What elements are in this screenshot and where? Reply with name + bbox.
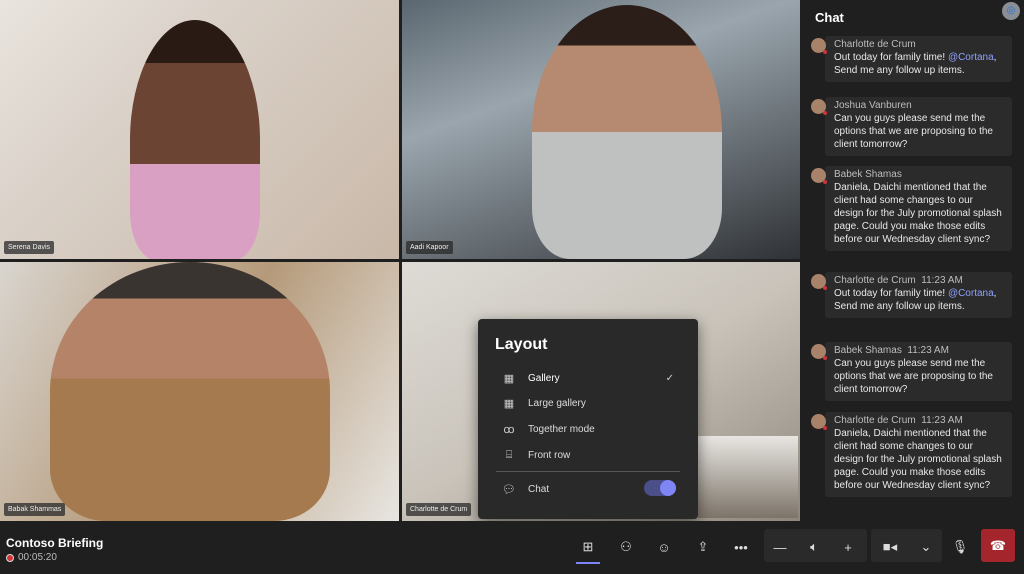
plus-icon: + bbox=[844, 539, 852, 555]
chevron-down-icon: ⌄ bbox=[920, 539, 932, 554]
option-label: Gallery bbox=[528, 372, 560, 384]
avatar bbox=[811, 99, 827, 115]
reaction-icon: ☺ bbox=[657, 539, 671, 555]
avatar bbox=[811, 344, 827, 360]
chat-panel: Chat ◎ Charlotte de Crum Out today for fa… bbox=[802, 0, 1024, 521]
chat-message: Joshua Vanburen Can you guys please send … bbox=[811, 97, 1012, 156]
speaker-button[interactable]: 🔈︎ bbox=[800, 533, 828, 561]
video-tile-babak[interactable]: Babak Shammas bbox=[0, 262, 399, 521]
more-button[interactable]: ••• bbox=[727, 533, 755, 561]
message-author: Babek Shamas 11:23 AM bbox=[834, 345, 949, 356]
share-button[interactable]: ⇪ bbox=[689, 533, 717, 561]
message-text: Out today for family time! @Cortana, Sen… bbox=[834, 52, 997, 76]
gallery-grid-icon: ⊞ bbox=[582, 539, 594, 554]
camera-options-button[interactable]: ⌄ bbox=[912, 533, 940, 561]
message-time: 11:23 AM bbox=[921, 275, 963, 286]
camera-button[interactable]: ■◂ bbox=[876, 533, 904, 561]
chat-message: Charlotte de Crum 11:23 AM Daniela, Daich… bbox=[811, 412, 1012, 497]
people-icon: ⚇ bbox=[620, 539, 632, 554]
participant-name: Babak Shammas bbox=[4, 503, 66, 516]
video-tile-serena[interactable]: Serena Davis bbox=[0, 0, 399, 259]
participant-video bbox=[130, 20, 260, 259]
participant-video bbox=[50, 262, 330, 521]
minus-icon: — bbox=[773, 539, 787, 555]
divider bbox=[496, 471, 680, 472]
microphone-button[interactable]: 🎙︎ bbox=[946, 533, 974, 561]
video-tile-aadi[interactable]: Aadi Kapoor bbox=[402, 0, 800, 259]
camera-capture-icon[interactable]: ◎ bbox=[1002, 2, 1020, 20]
room-video-thumbnail bbox=[698, 436, 798, 518]
microphone-icon: 🎙︎ bbox=[951, 539, 969, 554]
message-time: 11:23 AM bbox=[907, 345, 949, 356]
phone-hangup-icon: ☎ bbox=[989, 537, 1007, 553]
message-text: Daniela, Daichi mentioned that the clien… bbox=[834, 428, 1002, 491]
elapsed-time: 00:05:20 bbox=[18, 552, 57, 563]
participant-name: Serena Davis bbox=[4, 241, 55, 254]
message-text: Can you guys please send me the options … bbox=[834, 113, 993, 150]
message-text: Out today for family time! @Cortana, Sen… bbox=[834, 288, 997, 312]
option-label: Large gallery bbox=[528, 397, 586, 409]
avatar bbox=[811, 38, 827, 54]
avatar bbox=[811, 274, 827, 290]
share-screen-icon: ⇪ bbox=[697, 539, 709, 554]
message-author: Charlotte de Crum bbox=[834, 39, 916, 50]
chat-title: Chat bbox=[815, 10, 844, 25]
layout-option-gallery[interactable]: ▦ Gallery ✓ bbox=[502, 368, 674, 388]
option-label: Together mode bbox=[528, 423, 595, 435]
participant-name: Charlotte de Crum bbox=[406, 503, 472, 516]
chat-toggle[interactable] bbox=[644, 480, 676, 496]
option-label: Front row bbox=[528, 449, 571, 461]
meeting-controls-bar: Contoso Briefing 00:05:20 ⊞ ⚇ ☺ ⇪ ••• — … bbox=[0, 521, 1024, 574]
video-camera-icon: ■◂ bbox=[882, 539, 898, 554]
checkmark-icon: ✓ bbox=[665, 372, 674, 384]
chat-message: Charlotte de Crum Out today for family ti… bbox=[811, 36, 1012, 82]
layout-button[interactable]: ⊞ bbox=[574, 533, 602, 564]
volume-down-button[interactable]: — bbox=[766, 533, 794, 561]
avatar bbox=[811, 414, 827, 430]
together-mode-icon: ꝏ bbox=[503, 423, 515, 436]
layout-menu: Layout ▦ Gallery ✓ ▦ Large gallery ꝏ Togethe… bbox=[478, 319, 698, 519]
participant-name: Aadi Kapoor bbox=[406, 241, 453, 254]
mention-link[interactable]: @Cortana bbox=[948, 288, 994, 299]
gallery-grid-icon: ▦ bbox=[503, 372, 515, 385]
large-gallery-icon: ▦ bbox=[503, 397, 515, 410]
message-text: Daniela, Daichi mentioned that the clien… bbox=[834, 182, 1002, 245]
chat-message: Babek Shamas 11:23 AM Can you guys please… bbox=[811, 342, 1012, 401]
message-author: Babek Shamas bbox=[834, 169, 902, 180]
participant-video bbox=[532, 5, 722, 259]
front-row-icon: ⌸ bbox=[505, 448, 513, 461]
volume-up-button[interactable]: + bbox=[834, 533, 862, 561]
message-text: Can you guys please send me the options … bbox=[834, 358, 993, 395]
option-label: Chat bbox=[528, 483, 550, 495]
avatar bbox=[811, 168, 827, 184]
message-time: 11:23 AM bbox=[921, 415, 963, 426]
mention-link[interactable]: @Cortana bbox=[948, 52, 994, 63]
layout-option-large-gallery[interactable]: ▦ Large gallery bbox=[502, 393, 674, 413]
chat-message: Babek Shamas Daniela, Daichi mentioned th… bbox=[811, 166, 1012, 251]
reactions-button[interactable]: ☺ bbox=[650, 533, 678, 561]
hang-up-button[interactable]: ☎ bbox=[981, 529, 1015, 562]
recording-icon bbox=[6, 553, 14, 562]
more-icon: ••• bbox=[734, 539, 748, 555]
meeting-timer: 00:05:20 bbox=[6, 552, 57, 563]
message-author: Charlotte de Crum 11:23 AM bbox=[834, 275, 963, 286]
layout-option-front-row[interactable]: ⌸ Front row bbox=[502, 445, 674, 465]
participants-button[interactable]: ⚇ bbox=[612, 533, 640, 561]
meeting-title: Contoso Briefing bbox=[6, 536, 104, 550]
layout-option-together-mode[interactable]: ꝏ Together mode bbox=[502, 419, 674, 439]
chat-message: Charlotte de Crum 11:23 AM Out today for … bbox=[811, 272, 1012, 318]
chat-bubble-icon: 💬︎ bbox=[502, 483, 516, 496]
message-author: Joshua Vanburen bbox=[834, 100, 912, 111]
message-author: Charlotte de Crum 11:23 AM bbox=[834, 415, 963, 426]
speaker-icon: 🔈︎ bbox=[810, 539, 818, 554]
layout-menu-title: Layout bbox=[495, 336, 548, 353]
